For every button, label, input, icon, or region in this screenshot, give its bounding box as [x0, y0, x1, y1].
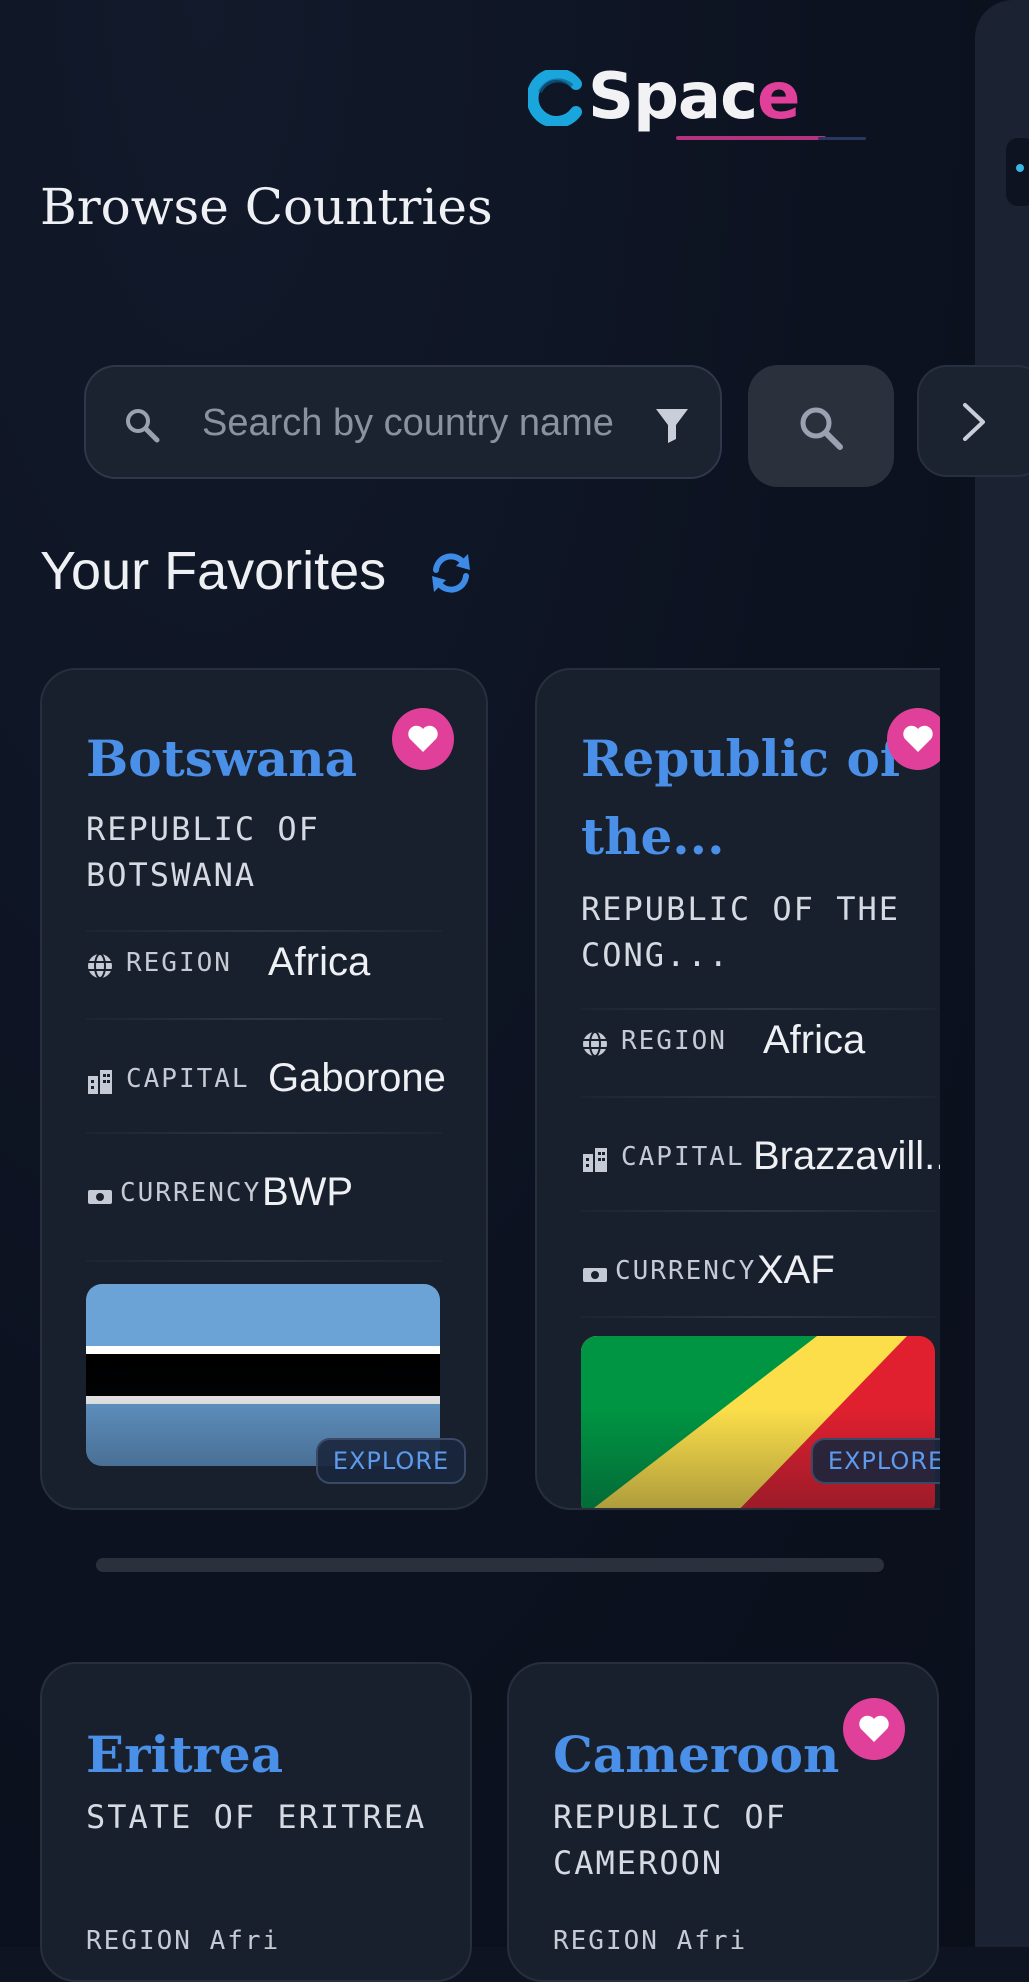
globe-icon — [88, 953, 112, 979]
divider — [581, 1008, 937, 1010]
logo-dot-icon — [1016, 164, 1024, 172]
official-name: STATE OF ERITREA — [86, 1798, 427, 1836]
favorite-button[interactable] — [843, 1698, 905, 1760]
currency-row: CURRENCY BWP — [86, 1168, 442, 1228]
country-card[interactable]: Cameroon REPUBLIC OF CAMEROON REGION Afr… — [507, 1662, 939, 1982]
capital-label: CAPITAL — [621, 1142, 745, 1172]
region-value: Africa — [268, 940, 371, 984]
region-label: REGION — [621, 1026, 727, 1056]
capital-row: CAPITAL Gaborone — [86, 1054, 446, 1114]
capital-value: Gaborone — [268, 1056, 446, 1100]
divider — [86, 930, 442, 932]
favorite-card[interactable]: Republic of the... REPUBLIC OF THE CONG.… — [535, 668, 940, 1510]
region-row: REGION Afri — [86, 1926, 281, 1956]
official-name: REPUBLIC OF CAMEROON — [553, 1798, 787, 1882]
heart-icon — [859, 1715, 889, 1742]
divider — [86, 1260, 442, 1262]
logo-prefix: Spac — [588, 60, 758, 134]
official-name: REPUBLIC OF THE CONG... — [581, 890, 900, 974]
search-bar[interactable] — [84, 365, 722, 479]
country-name[interactable]: Eritrea — [86, 1716, 386, 1794]
search-button[interactable] — [748, 365, 894, 487]
divider — [86, 1018, 442, 1020]
favorites-title: Your Favorites — [40, 541, 387, 601]
city-icon — [88, 1070, 112, 1094]
refresh-icon[interactable] — [428, 550, 474, 596]
official-name: REPUBLIC OF BOTSWANA — [86, 810, 320, 894]
logo-wordmark: Space — [588, 60, 800, 134]
region-row: REGION Africa — [86, 938, 442, 998]
side-drawer[interactable] — [975, 0, 1029, 1947]
search-input[interactable] — [200, 397, 644, 449]
country-name[interactable]: Republic of the... — [581, 720, 940, 876]
country-name[interactable]: Cameroon — [553, 1716, 853, 1794]
capital-row: CAPITAL Brazzavill... — [581, 1132, 940, 1192]
cash-icon — [88, 1190, 112, 1204]
favorite-card[interactable]: Botswana REPUBLIC OF BOTSWANA REGION Afr… — [40, 668, 488, 1510]
filter-icon[interactable] — [654, 405, 690, 445]
drawer-handle[interactable] — [1006, 138, 1029, 206]
divider — [581, 1096, 937, 1098]
favorite-button[interactable] — [887, 708, 940, 770]
globe-icon — [583, 1031, 607, 1057]
explore-button[interactable]: EXPLORE — [316, 1438, 466, 1484]
currency-value: BWP — [262, 1170, 354, 1214]
currency-value: XAF — [757, 1248, 835, 1292]
favorites-carousel[interactable]: Botswana REPUBLIC OF BOTSWANA REGION Afr… — [0, 668, 940, 1518]
logo-underline — [676, 136, 826, 140]
divider — [581, 1210, 937, 1212]
logo-underline-secondary — [818, 137, 866, 140]
app-logo[interactable]: Space — [528, 60, 866, 144]
region-row: REGION Afri — [553, 1926, 748, 1956]
heart-icon — [408, 725, 438, 752]
carousel-scrollbar[interactable] — [96, 1558, 884, 1572]
logo-c-icon — [528, 70, 582, 126]
search-icon — [800, 407, 843, 450]
logo-accent: e — [757, 60, 800, 134]
region-label: REGION — [126, 948, 232, 978]
divider — [581, 1316, 937, 1318]
country-name[interactable]: Botswana — [86, 720, 386, 798]
divider — [86, 1132, 442, 1134]
search-icon — [126, 409, 160, 443]
heart-icon — [903, 725, 933, 752]
capital-value: Brazzavill... — [753, 1134, 940, 1178]
cash-icon — [583, 1268, 607, 1282]
chevron-right-icon — [963, 403, 985, 441]
city-icon — [583, 1148, 607, 1172]
region-row: REGION Africa — [581, 1016, 937, 1076]
page-title: Browse Countries — [40, 178, 493, 236]
country-card[interactable]: Eritrea STATE OF ERITREA REGION Afri — [40, 1662, 472, 1982]
explore-button[interactable]: EXPLORE — [811, 1438, 940, 1484]
currency-row: CURRENCY XAF — [581, 1246, 937, 1306]
next-button[interactable] — [917, 365, 1029, 477]
currency-label: CURRENCY — [615, 1256, 757, 1286]
region-value: Africa — [763, 1018, 866, 1062]
capital-label: CAPITAL — [126, 1064, 250, 1094]
currency-label: CURRENCY — [120, 1178, 262, 1208]
favorite-button[interactable] — [392, 708, 454, 770]
